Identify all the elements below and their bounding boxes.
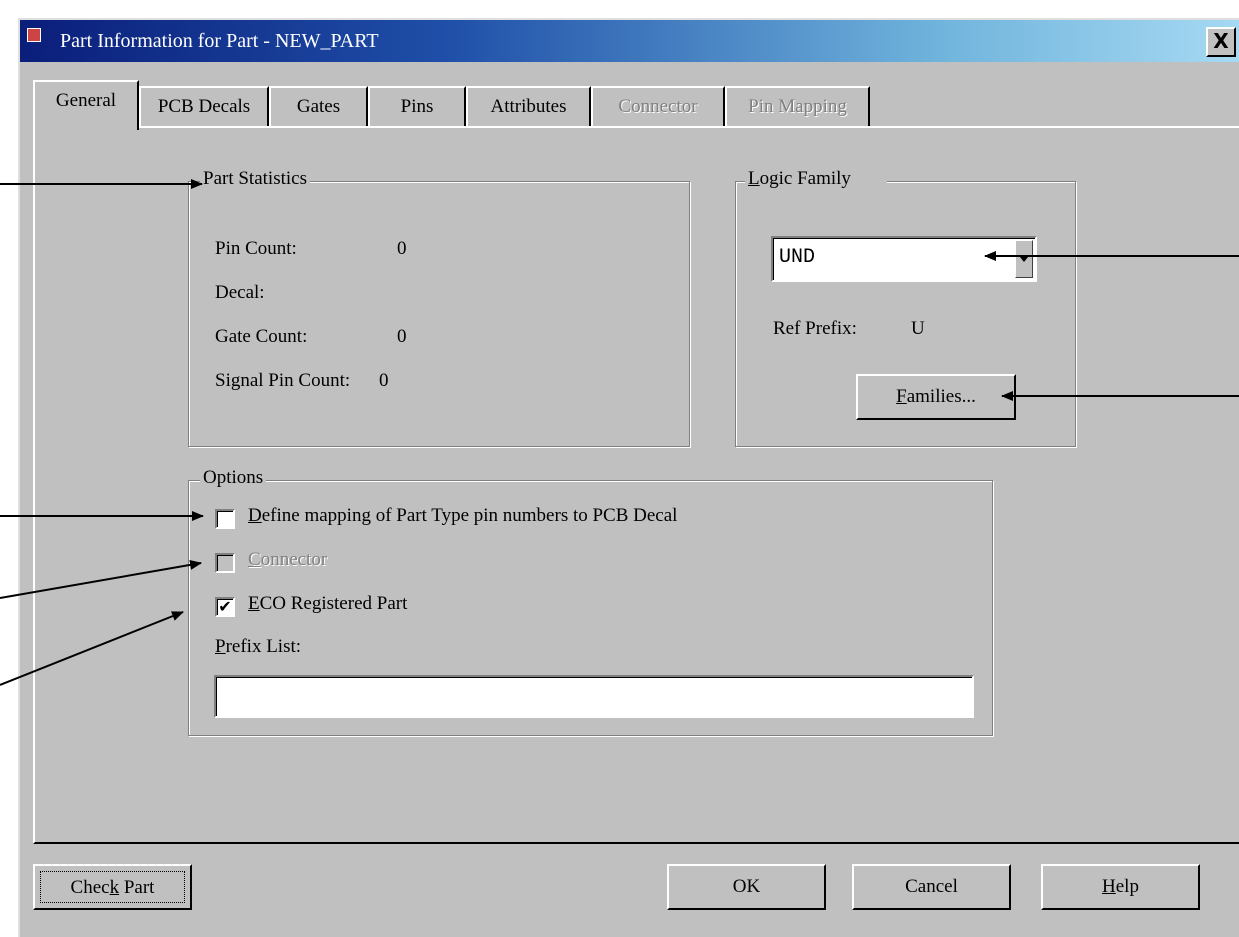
tab-attributes[interactable]: Attributes <box>466 86 591 126</box>
prefix-list-label: Prefix List: <box>215 636 301 658</box>
connector-checkbox[interactable] <box>215 553 235 573</box>
ref-prefix-label: Ref Prefix: <box>773 318 857 339</box>
check-part-text-a: Chec <box>70 877 110 898</box>
families-label: amilies... <box>906 386 976 407</box>
connector-label: Connector <box>248 549 327 571</box>
gate-count-value: 0 <box>397 326 407 347</box>
tab-pin-mapping[interactable]: Pin Mapping <box>725 86 870 126</box>
define-mapping-label: Define mapping of Part Type pin numbers … <box>248 505 677 527</box>
check-part-text-b: Part <box>119 877 155 898</box>
logic-family-legend-text: ogic Family <box>759 168 851 189</box>
tab-pins[interactable]: Pins <box>368 86 466 126</box>
close-button[interactable]: X <box>1206 27 1236 57</box>
pin-count-label: Pin Count: <box>215 238 297 259</box>
eco-registered-label: ECO Registered Part <box>248 593 407 615</box>
check-part-button[interactable]: Check Part <box>33 864 192 910</box>
cancel-button[interactable]: Cancel <box>852 864 1011 910</box>
help-button[interactable]: Help <box>1041 864 1200 910</box>
define-mapping-checkbox[interactable] <box>215 509 235 529</box>
define-mapping-text: efine mapping of Part Type pin numbers t… <box>261 505 678 526</box>
tab-connector[interactable]: Connector <box>591 86 725 126</box>
tab-general[interactable]: General <box>33 80 139 130</box>
families-hotkey: F <box>896 386 907 407</box>
window-title: Part Information for Part - NEW_PART <box>60 30 379 52</box>
logic-family-hotkey: L <box>748 168 760 189</box>
dropdown-arrow-button[interactable] <box>1015 240 1033 278</box>
logic-family-legend: Logic Family <box>745 168 887 190</box>
tab-gates[interactable]: Gates <box>269 86 368 126</box>
part-statistics-group <box>188 181 690 447</box>
help-text: elp <box>1115 876 1139 897</box>
ok-button[interactable]: OK <box>667 864 826 910</box>
families-button[interactable]: Families... <box>856 374 1016 420</box>
prefix-list-text: refix List: <box>225 636 302 657</box>
prefix-list-input[interactable] <box>214 675 974 718</box>
logic-family-selected: UND <box>779 246 816 269</box>
help-hotkey: H <box>1102 876 1116 897</box>
gate-count-label: Gate Count: <box>215 326 308 347</box>
define-mapping-hotkey: D <box>248 505 262 526</box>
connector-hotkey: C <box>248 549 261 570</box>
connector-text: onnector <box>260 549 328 570</box>
options-legend: Options <box>200 467 267 489</box>
pin-count-value: 0 <box>397 238 407 259</box>
signal-pin-count-label: Signal Pin Count: <box>215 370 351 391</box>
tab-pcb-decals[interactable]: PCB Decals <box>139 86 269 126</box>
part-statistics-legend: Part Statistics <box>200 168 310 190</box>
eco-registered-text: CO Registered Part <box>259 593 408 614</box>
app-icon <box>27 28 41 42</box>
eco-registered-checkbox[interactable]: ✔ <box>215 597 235 617</box>
logic-family-dropdown[interactable]: UND <box>771 236 1037 282</box>
eco-registered-hotkey: E <box>248 593 260 614</box>
decal-label: Decal: <box>215 282 265 303</box>
chevron-down-icon <box>1020 257 1028 262</box>
ref-prefix-value: U <box>911 318 925 339</box>
check-part-focus: Check Part <box>40 871 185 903</box>
signal-pin-count-value: 0 <box>379 370 389 391</box>
prefix-list-hotkey: P <box>215 636 226 657</box>
check-part-hotkey: k <box>109 877 120 898</box>
